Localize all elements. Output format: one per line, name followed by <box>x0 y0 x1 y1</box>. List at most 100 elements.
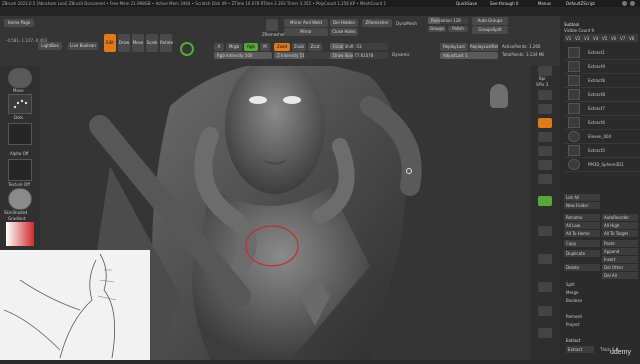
stroke-icon[interactable] <box>8 94 32 114</box>
auto-groups-button[interactable]: Auto Groups <box>472 17 508 25</box>
home-page-button[interactable]: Home Page <box>4 19 34 27</box>
close-icon[interactable] <box>630 1 635 6</box>
solo-button[interactable] <box>538 254 552 264</box>
v3-button[interactable]: V3 <box>584 36 589 41</box>
remesh-menu[interactable]: Remesh <box>566 314 582 319</box>
append-button[interactable]: Append <box>602 248 638 255</box>
merge-menu[interactable]: Merge <box>566 290 579 295</box>
xpose-button[interactable] <box>538 282 552 292</box>
del-hidden-button[interactable]: Del Hidden <box>330 19 358 27</box>
del-all-button[interactable]: Del All <box>602 272 638 279</box>
brush-icon[interactable] <box>8 68 32 88</box>
all-to-target-button[interactable]: All To Target <box>602 230 638 237</box>
frame-button[interactable] <box>538 132 552 142</box>
zremesher-icon[interactable] <box>266 19 278 31</box>
subtool-item[interactable]: Extract1 <box>564 46 640 60</box>
dynamic-toggle[interactable]: Dynamic <box>392 52 410 57</box>
list-all-button[interactable]: List All <box>564 194 600 201</box>
z-intensity-slider[interactable]: Z Intensity 51 <box>274 52 332 59</box>
replay-last-rel-button[interactable]: ReplayLastRel <box>470 43 498 51</box>
rgb-button[interactable]: Rgb <box>244 43 258 51</box>
boolean-menu[interactable]: Boolean <box>566 298 582 303</box>
shelf-extra-button-2[interactable] <box>538 328 552 338</box>
del-other-button[interactable]: Del Other <box>602 264 638 271</box>
see-through-slider[interactable]: See-through 0 <box>490 1 518 6</box>
default-zscript-button[interactable]: DefaultZScript <box>566 1 595 6</box>
rotate-button[interactable]: Rotate <box>160 34 173 52</box>
zcut-button[interactable]: Zcut <box>308 43 322 51</box>
sculptris-pro-icon[interactable] <box>180 42 194 56</box>
lightbox-button[interactable]: LightBox <box>38 42 62 50</box>
v1-button[interactable]: V1 <box>566 36 571 41</box>
adjust-last-slider[interactable]: AdjustLast 1 <box>440 52 498 59</box>
subtool-item[interactable]: Extract7 <box>564 102 640 116</box>
subtool-item[interactable]: Eleven_004 <box>564 130 640 144</box>
move-view-button[interactable] <box>538 146 552 156</box>
v5-button[interactable]: V5 <box>602 36 607 41</box>
extract-section-header[interactable]: Extract <box>566 338 580 343</box>
focal-shift-slider[interactable]: Focal Shift -53 <box>330 43 388 50</box>
visible-count-slider[interactable]: Visible Count 9 <box>564 28 594 33</box>
subtool-item[interactable]: PM3D_Sphere3D1 <box>564 158 640 172</box>
duplicate-button[interactable]: Duplicate <box>564 250 600 257</box>
menus-toggle[interactable]: Menus <box>538 1 551 6</box>
local-button[interactable] <box>538 118 552 128</box>
mirror-and-weld-button[interactable]: Mirror And Weld <box>284 19 328 27</box>
alpha-icon[interactable] <box>8 123 32 145</box>
shelf-extra-button-1[interactable] <box>538 306 552 316</box>
rotate-view-button[interactable] <box>538 174 552 184</box>
draw-button[interactable]: Draw <box>118 34 130 52</box>
transp-button[interactable] <box>538 226 552 236</box>
zremesher-button[interactable]: ZRemesher <box>362 19 392 27</box>
replay-last-button[interactable]: ReplayLast <box>440 43 468 51</box>
new-folder-button[interactable]: New Folder <box>564 202 600 209</box>
project-menu[interactable]: Project <box>566 322 580 327</box>
draw-size-slider[interactable]: Draw Size 77.61078 <box>330 52 388 59</box>
bpr-button[interactable] <box>538 66 552 76</box>
mrgb-button[interactable]: Mrgb <box>226 43 242 51</box>
extract-button[interactable]: Extract <box>566 346 594 353</box>
v2-button[interactable]: V2 <box>575 36 580 41</box>
all-high-button[interactable]: All High <box>602 222 638 229</box>
persp-button[interactable] <box>538 90 552 100</box>
color-picker-icon[interactable] <box>6 222 34 246</box>
zadd-button[interactable]: Zadd <box>274 43 290 51</box>
a-button[interactable]: A <box>214 43 224 51</box>
insert-button[interactable]: Insert <box>602 256 638 263</box>
spix-slider[interactable]: SPix 3 <box>536 82 548 87</box>
texture-icon[interactable] <box>8 159 32 181</box>
polish-button[interactable]: Polish <box>448 26 468 32</box>
move-button[interactable]: Move <box>132 34 144 52</box>
edit-button[interactable]: Edit <box>104 34 116 52</box>
rgb-intensity-slider[interactable]: Rgb Intensity 100 <box>214 52 272 59</box>
navigation-gizmo-icon[interactable] <box>490 84 508 108</box>
resolution-slider[interactable]: Resolution 128 <box>428 17 468 24</box>
v4-button[interactable]: V4 <box>593 36 598 41</box>
subtool-item[interactable]: Extract8 <box>564 74 640 88</box>
paste-button[interactable]: Paste <box>602 240 638 247</box>
zsub-button[interactable]: Zsub <box>292 43 306 51</box>
all-to-home-button[interactable]: All To Home <box>564 230 600 237</box>
subtool-header[interactable]: Subtool <box>564 22 579 27</box>
subtool-item[interactable]: Extract9 <box>564 60 640 74</box>
mirror-button[interactable]: Mirror <box>284 28 328 36</box>
scale-button[interactable]: Scale <box>146 34 158 52</box>
v8-button[interactable]: V8 <box>629 36 634 41</box>
v6-button[interactable]: V6 <box>611 36 616 41</box>
minimize-icon[interactable] <box>622 1 627 6</box>
floor-button[interactable] <box>538 104 552 114</box>
split-menu[interactable]: Split <box>566 282 575 287</box>
groups-split-button[interactable]: GroupsSplit <box>472 26 508 34</box>
subtool-item[interactable]: Extract5 <box>564 144 640 158</box>
zoom3d-button[interactable] <box>538 160 552 170</box>
material-icon[interactable] <box>8 188 32 210</box>
copy-button[interactable]: Copy <box>564 240 600 247</box>
groups-button[interactable]: Groups <box>428 26 446 32</box>
close-holes-button[interactable]: Close Holes <box>330 28 358 36</box>
subtool-item[interactable]: Extract8 <box>564 88 640 102</box>
v7-button[interactable]: V7 <box>620 36 625 41</box>
m-button[interactable]: M <box>260 43 270 51</box>
rename-button[interactable]: Rename <box>564 214 600 221</box>
polyf-button[interactable] <box>538 196 552 206</box>
subtool-item[interactable]: Extract6 <box>564 116 640 130</box>
